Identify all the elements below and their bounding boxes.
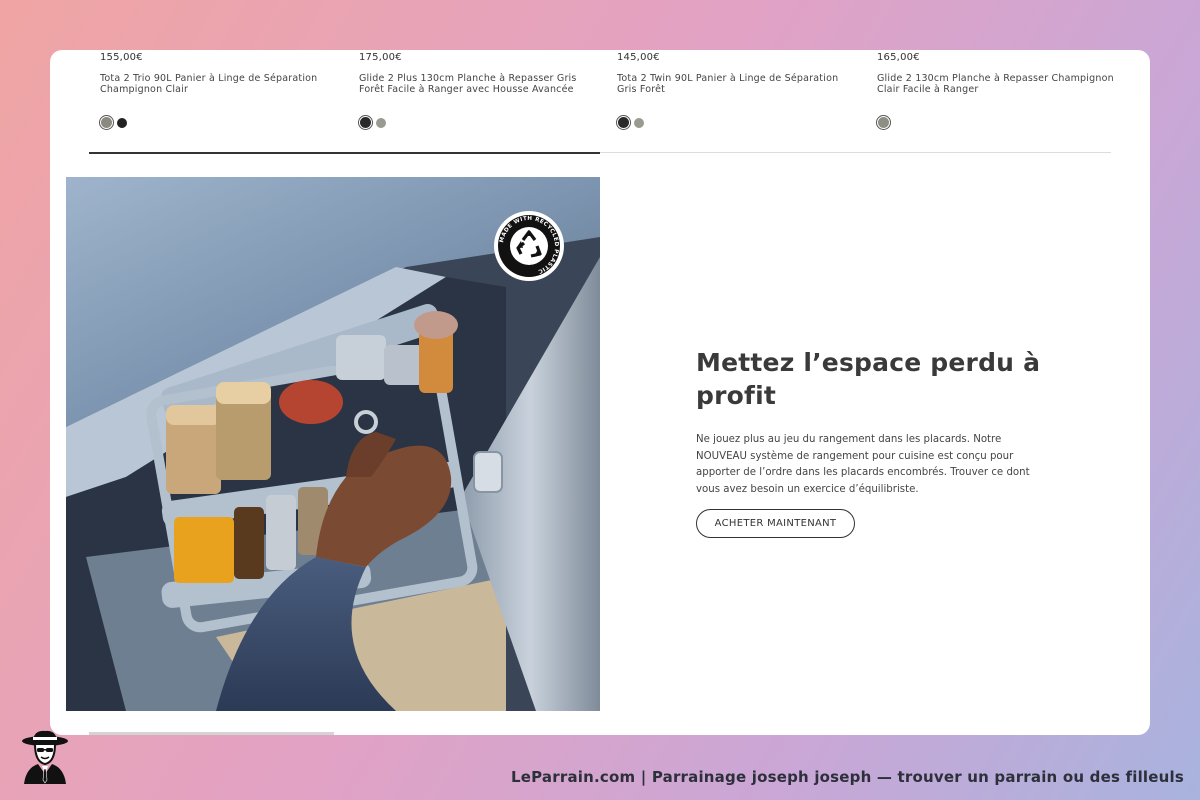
content-card: 155,00€ Tota 2 Trio 90L Panier à Linge d… (50, 50, 1150, 735)
product-card-4[interactable]: 165,00€ Glide 2 130cm Planche à Repasser… (877, 52, 1117, 129)
product-card-1[interactable]: 155,00€ Tota 2 Trio 90L Panier à Linge d… (100, 52, 340, 129)
product-card-2[interactable]: 175,00€ Glide 2 Plus 130cm Planche à Rep… (359, 52, 599, 129)
color-swatches (617, 116, 644, 129)
product-price: 155,00€ (100, 52, 143, 63)
color-swatch[interactable] (634, 117, 644, 128)
product-name[interactable]: Glide 2 130cm Planche à Repasser Champig… (877, 73, 1117, 95)
product-price: 145,00€ (617, 52, 660, 63)
product-name[interactable]: Tota 2 Trio 90L Panier à Linge de Sépara… (100, 73, 340, 95)
carousel-progress[interactable] (89, 152, 600, 154)
product-price: 165,00€ (877, 52, 920, 63)
promo-title: Mettez l’espace perdu à profit (696, 348, 1041, 410)
color-swatch[interactable] (877, 116, 890, 129)
product-card-3[interactable]: 145,00€ Tota 2 Twin 90L Panier à Linge d… (617, 52, 857, 129)
promo-text-block: Mettez l’espace perdu à profit Ne jouez … (696, 346, 1046, 538)
carousel-indicator[interactable] (89, 732, 334, 735)
shop-now-button[interactable]: ACHETER MAINTENANT (696, 509, 855, 538)
color-swatches (100, 116, 127, 129)
color-swatches (877, 116, 890, 129)
color-swatch[interactable] (100, 116, 113, 129)
recycled-plastic-badge-icon: MADE WITH RECYCLED PLASTIC (494, 211, 564, 281)
product-name[interactable]: Tota 2 Twin 90L Panier à Linge de Sépara… (617, 73, 857, 95)
leparrain-logo-icon (22, 730, 68, 784)
product-price: 175,00€ (359, 52, 402, 63)
color-swatch[interactable] (117, 117, 127, 128)
color-swatch[interactable] (617, 116, 630, 129)
product-strip: 155,00€ Tota 2 Trio 90L Panier à Linge d… (50, 50, 1150, 154)
color-swatches (359, 116, 386, 129)
color-swatch[interactable] (376, 117, 386, 128)
promo-description: Ne jouez plus au jeu du rangement dans l… (696, 434, 1030, 495)
product-name[interactable]: Glide 2 Plus 130cm Planche à Repasser Gr… (359, 73, 599, 95)
footer-caption: LeParrain.com | Parrainage joseph joseph… (511, 768, 1184, 786)
color-swatch[interactable] (359, 116, 372, 129)
